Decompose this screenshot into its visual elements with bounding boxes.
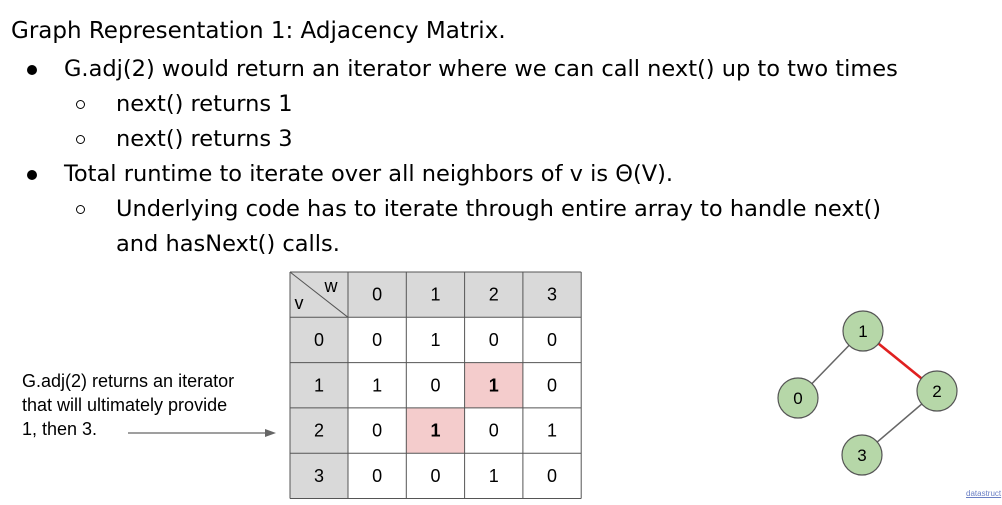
graph-node-label: 2	[932, 382, 941, 401]
matrix-col-header: 2	[489, 285, 499, 305]
matrix-cell: 0	[430, 466, 440, 486]
note-arrow-icon	[128, 429, 276, 437]
matrix-and-graph-figure: wv 0 1 2 301230 1 0 01 0 1 00 1 0 10 0 1 0 0123	[128, 271, 958, 499]
matrix-row-header: 1	[314, 375, 324, 395]
matrix-corner-v: v	[295, 293, 304, 313]
matrix-cell: 1	[547, 421, 557, 441]
matrix-cell: 0	[489, 421, 499, 441]
matrix-cell: 0	[547, 375, 557, 395]
matrix-cell: 0	[547, 330, 557, 350]
matrix-cell: 1	[372, 375, 382, 395]
matrix-cell: 0	[430, 375, 440, 395]
matrix-cell: 1	[489, 466, 499, 486]
matrix-corner-w: w	[324, 276, 339, 296]
matrix-col-header: 3	[547, 285, 557, 305]
footer-link[interactable]: datastruct	[966, 489, 1001, 498]
matrix-col-header: 1	[430, 285, 440, 305]
matrix-row-header: 2	[314, 421, 324, 441]
matrix-row-header: 3	[314, 466, 324, 486]
graph-node-label: 0	[793, 389, 802, 408]
matrix-cell: 0	[372, 466, 382, 486]
graph-diagram: 0 1 2 3	[777, 310, 958, 476]
matrix-cell: 1	[430, 421, 440, 441]
matrix-cell: 0	[489, 330, 499, 350]
graph-node-label: 3	[857, 446, 866, 465]
graph-node-label: 1	[858, 322, 867, 341]
matrix-cell: 0	[372, 330, 382, 350]
matrix-cell: 1	[430, 330, 440, 350]
matrix-col-header: 0	[372, 285, 382, 305]
matrix-cell: 0	[547, 466, 557, 486]
matrix-row-header: 0	[314, 330, 324, 350]
matrix-cell: 1	[489, 375, 499, 395]
matrix-cell: 0	[372, 421, 382, 441]
adjacency-matrix: wv 0 1 2 301230 1 0 01 0 1 00 1 0 10 0 1 0	[289, 271, 582, 499]
